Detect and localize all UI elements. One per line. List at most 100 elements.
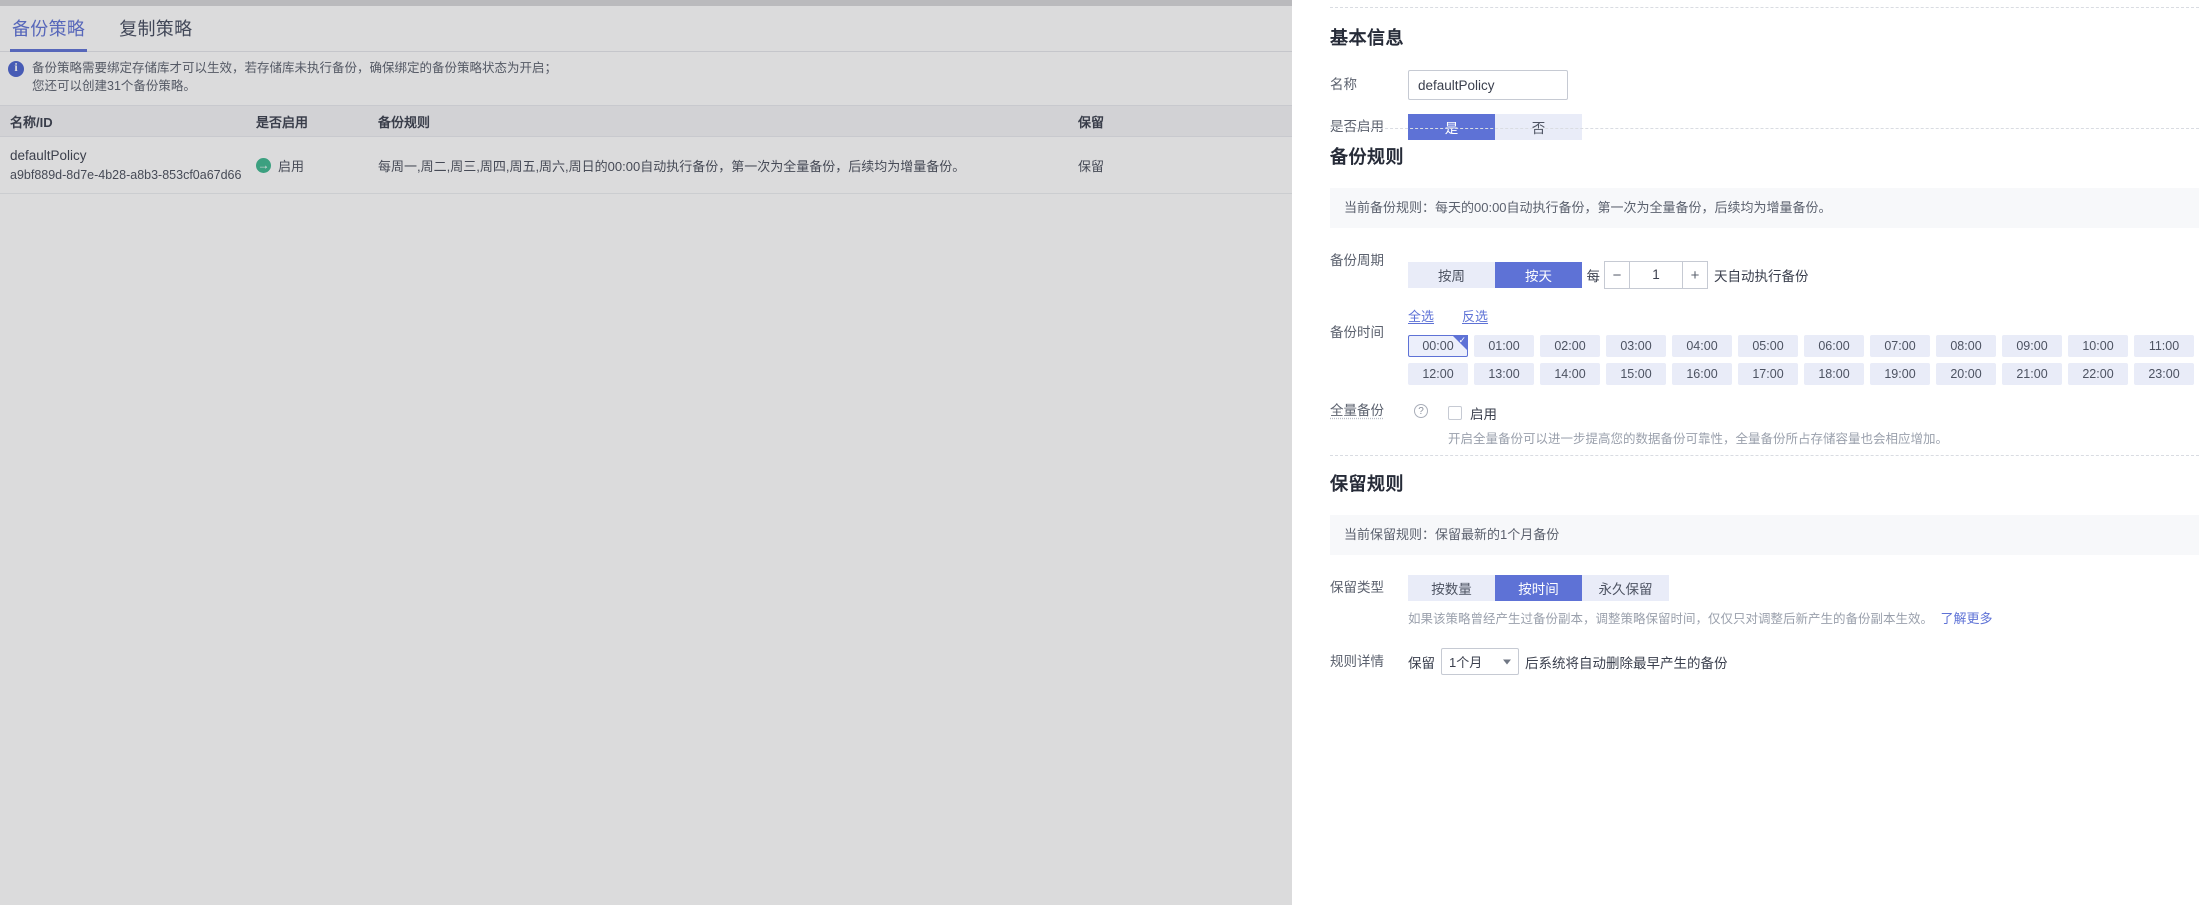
hour-chip-1200[interactable]: 12:00 bbox=[1408, 363, 1468, 385]
modal-scrim[interactable] bbox=[0, 0, 1292, 905]
invert-select-link[interactable]: 反选 bbox=[1462, 306, 1488, 325]
hour-chip-1700[interactable]: 17:00 bbox=[1738, 363, 1798, 385]
hour-chip-0600[interactable]: 06:00 bbox=[1804, 335, 1864, 357]
interval-suffix-label: 天自动执行备份 bbox=[1713, 269, 1809, 284]
hour-chip-label: 07:00 bbox=[1884, 339, 1916, 353]
retention-type-segmented-control: 按数量 按时间 永久保留 bbox=[1408, 575, 1669, 601]
hour-chip-label: 00:00 bbox=[1422, 339, 1454, 353]
hour-chip-0300[interactable]: 03:00 bbox=[1606, 335, 1666, 357]
hour-chip-1800[interactable]: 18:00 bbox=[1804, 363, 1864, 385]
retention-option-permanent[interactable]: 永久保留 bbox=[1582, 575, 1669, 601]
current-retention-rule-note: 当前保留规则：保留最新的1个月备份 bbox=[1330, 515, 2199, 555]
hour-chip-label: 16:00 bbox=[1686, 367, 1718, 381]
select-all-link[interactable]: 全选 bbox=[1408, 306, 1434, 325]
hour-chip-1000[interactable]: 10:00 bbox=[2068, 335, 2128, 357]
hour-chip-0000[interactable]: 00:00 bbox=[1408, 334, 1468, 357]
full-backup-checkbox-label: 启用 bbox=[1470, 407, 1497, 422]
enable-option-yes[interactable]: 是 bbox=[1408, 114, 1495, 140]
label-enabled: 是否启用 bbox=[1330, 119, 1384, 134]
hour-chip-label: 06:00 bbox=[1818, 339, 1850, 353]
hour-chip-label: 15:00 bbox=[1620, 367, 1652, 381]
backup-hour-grid: 00:00 01:00 02:00 03:00 04:00 05:00 06:00 07:00… bbox=[1408, 334, 2199, 385]
interval-stepper: 每 − 1 + 天自动执行备份 bbox=[1586, 261, 1808, 289]
hour-chip-label: 04:00 bbox=[1686, 339, 1718, 353]
divider-after-backup-rule bbox=[1330, 455, 2199, 456]
enable-segmented-control: 是 否 bbox=[1408, 114, 1582, 140]
label-name: 名称 bbox=[1330, 77, 1357, 92]
background-page: 备份策略 复制策略 备份策略需要绑定存储库才可以生效，若存储库未执行备份，确保绑… bbox=[0, 0, 1292, 905]
question-mark-icon[interactable]: ? bbox=[1414, 404, 1428, 418]
label-retention-type: 保留类型 bbox=[1330, 580, 1384, 595]
interval-value[interactable]: 1 bbox=[1629, 261, 1682, 289]
divider-top bbox=[1330, 7, 2199, 8]
label-full-backup-text: 全量备份 bbox=[1330, 403, 1384, 418]
hour-chip-label: 11:00 bbox=[2148, 339, 2180, 353]
retention-duration-value: 1个月 bbox=[1449, 655, 1483, 670]
hour-chip-0200[interactable]: 02:00 bbox=[1540, 335, 1600, 357]
section-title-backup-rule: 备份规则 bbox=[1330, 147, 1404, 167]
label-full-backup: 全量备份 bbox=[1330, 403, 1408, 419]
hour-chip-2000[interactable]: 20:00 bbox=[1936, 363, 1996, 385]
interval-decrease-button[interactable]: − bbox=[1603, 261, 1630, 289]
app-root: 备份策略 复制策略 备份策略需要绑定存储库才可以生效，若存储库未执行备份，确保绑… bbox=[0, 0, 2199, 905]
backup-cycle-segmented-control: 按周 按天 bbox=[1408, 262, 1582, 288]
cycle-option-daily[interactable]: 按天 bbox=[1495, 262, 1582, 288]
hour-chip-label: 02:00 bbox=[1554, 339, 1586, 353]
full-backup-hint: 开启全量备份可以进一步提高您的数据备份可靠性，全量备份所占存储容量也会相应增加。 bbox=[1448, 432, 1949, 446]
hour-chip-1100[interactable]: 11:00 bbox=[2134, 335, 2194, 357]
policy-detail-panel: 基本信息 名称 是否启用 是 否 备份规则 当前备份 bbox=[1292, 0, 2199, 905]
policy-name-input[interactable] bbox=[1408, 70, 1568, 100]
hour-chip-1600[interactable]: 16:00 bbox=[1672, 363, 1732, 385]
hour-chip-2100[interactable]: 21:00 bbox=[2002, 363, 2062, 385]
full-backup-checkbox[interactable] bbox=[1448, 406, 1462, 420]
hour-chip-label: 13:00 bbox=[1488, 367, 1520, 381]
hour-chip-1900[interactable]: 19:00 bbox=[1870, 363, 1930, 385]
section-title-retention-rule: 保留规则 bbox=[1330, 474, 1404, 494]
hour-chip-0700[interactable]: 07:00 bbox=[1870, 335, 1930, 357]
hour-chip-label: 12:00 bbox=[1422, 367, 1454, 381]
retention-detail-suffix: 后系统将自动删除最早产生的备份 bbox=[1525, 655, 1728, 671]
retention-option-by-count[interactable]: 按数量 bbox=[1408, 575, 1495, 601]
label-backup-time: 备份时间 bbox=[1330, 325, 1384, 340]
chevron-down-icon bbox=[1503, 659, 1511, 664]
full-backup-checkbox-row: 启用 bbox=[1448, 403, 2199, 423]
hour-chip-label: 20:00 bbox=[1950, 367, 1982, 381]
hour-chip-label: 10:00 bbox=[2082, 339, 2114, 353]
hour-chip-label: 18:00 bbox=[1818, 367, 1850, 381]
hour-chip-label: 09:00 bbox=[2016, 339, 2048, 353]
hour-chip-2200[interactable]: 22:00 bbox=[2068, 363, 2128, 385]
retention-type-hint: 如果该策略曾经产生过备份副本，调整策略保留时间，仅仅只对调整后新产生的备份副本生… bbox=[1408, 612, 1934, 626]
divider-after-basic-info bbox=[1330, 128, 2199, 129]
hour-chip-label: 14:00 bbox=[1554, 367, 1586, 381]
time-select-links: 全选 反选 bbox=[1408, 306, 2199, 325]
hour-chip-label: 01:00 bbox=[1488, 339, 1520, 353]
hour-chip-label: 05:00 bbox=[1752, 339, 1784, 353]
hour-chip-0400[interactable]: 04:00 bbox=[1672, 335, 1732, 357]
hour-chip-1300[interactable]: 13:00 bbox=[1474, 363, 1534, 385]
interval-prefix-label: 每 bbox=[1586, 269, 1600, 284]
hour-chip-0500[interactable]: 05:00 bbox=[1738, 335, 1798, 357]
hour-chip-1500[interactable]: 15:00 bbox=[1606, 363, 1666, 385]
hour-chip-2300[interactable]: 23:00 bbox=[2134, 363, 2194, 385]
cycle-option-weekly[interactable]: 按周 bbox=[1408, 262, 1495, 288]
hour-chip-label: 03:00 bbox=[1620, 339, 1652, 353]
hour-chip-label: 22:00 bbox=[2082, 367, 2114, 381]
retention-duration-select[interactable]: 1个月 bbox=[1441, 648, 1519, 675]
current-backup-rule-note: 当前备份规则：每天的00:00自动执行备份，第一次为全量备份，后续均为增量备份。 bbox=[1330, 188, 2199, 228]
hour-chip-label: 21:00 bbox=[2016, 367, 2048, 381]
learn-more-link[interactable]: 了解更多 bbox=[1941, 611, 1993, 626]
hour-chip-1400[interactable]: 14:00 bbox=[1540, 363, 1600, 385]
retention-detail-prefix: 保留 bbox=[1408, 655, 1435, 671]
hour-chip-0800[interactable]: 08:00 bbox=[1936, 335, 1996, 357]
hour-chip-0900[interactable]: 09:00 bbox=[2002, 335, 2062, 357]
interval-increase-button[interactable]: + bbox=[1681, 261, 1708, 289]
hour-chip-label: 17:00 bbox=[1752, 367, 1784, 381]
label-rule-detail: 规则详情 bbox=[1330, 654, 1384, 669]
hour-chip-0100[interactable]: 01:00 bbox=[1474, 335, 1534, 357]
enable-option-no[interactable]: 否 bbox=[1495, 114, 1582, 140]
retention-option-by-time[interactable]: 按时间 bbox=[1495, 575, 1582, 601]
hour-chip-label: 23:00 bbox=[2148, 367, 2180, 381]
label-backup-cycle: 备份周期 bbox=[1330, 253, 1384, 268]
section-title-basic-info: 基本信息 bbox=[1330, 28, 1404, 48]
hour-chip-label: 19:00 bbox=[1884, 367, 1916, 381]
